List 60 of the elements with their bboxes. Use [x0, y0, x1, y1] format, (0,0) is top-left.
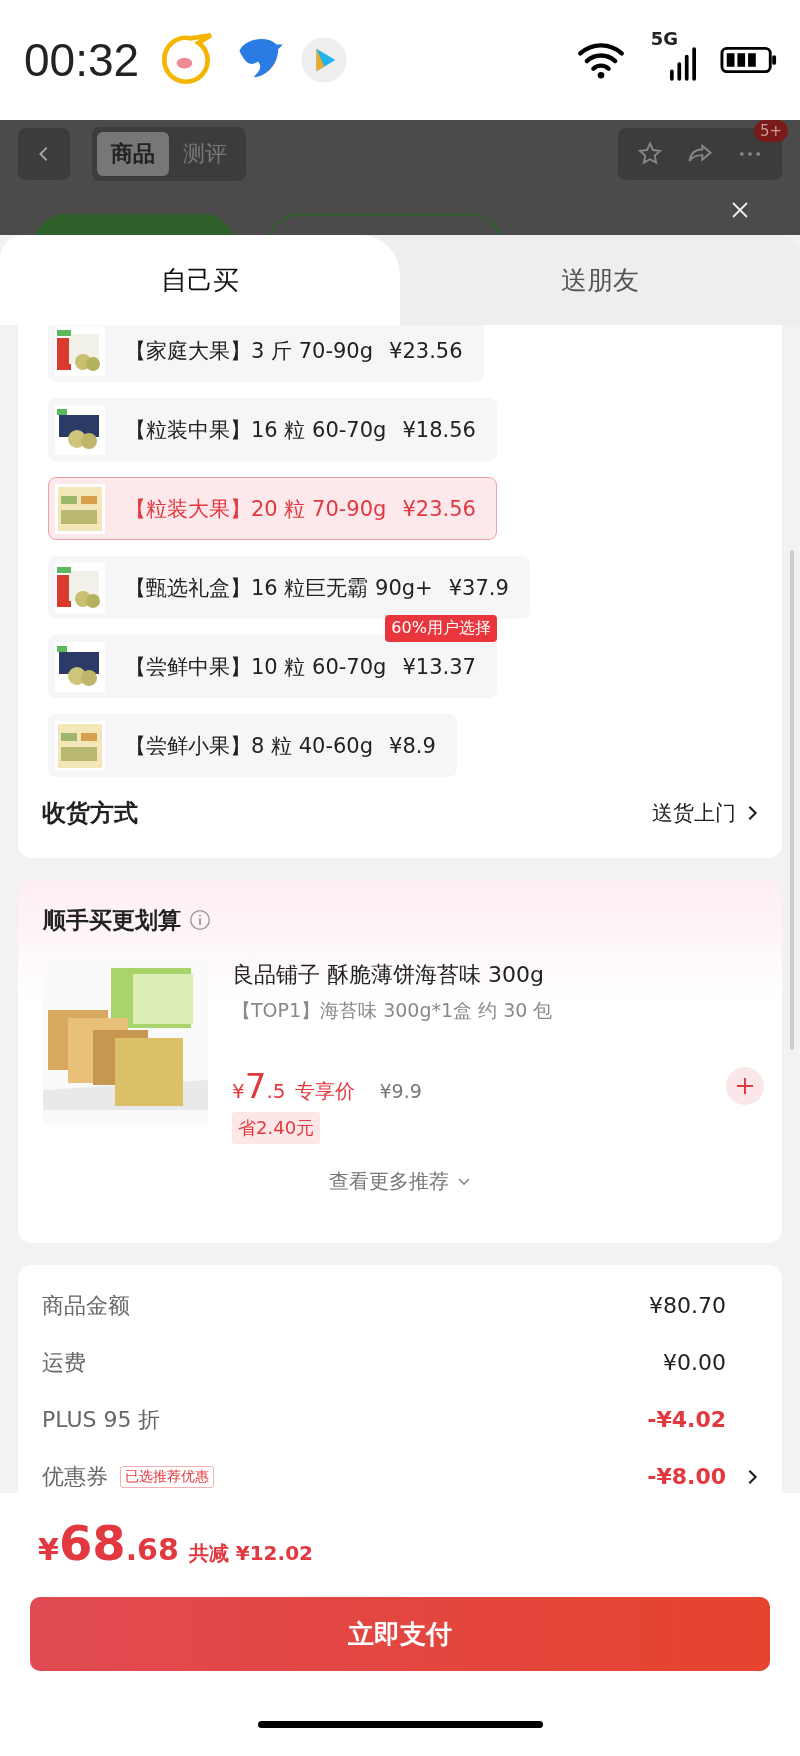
- total-integer: 68: [58, 1515, 126, 1571]
- clock-time: 00:32: [24, 33, 140, 87]
- product-name: 良品铺子 酥脆薄饼海苔味 300g: [232, 961, 544, 989]
- variant-option[interactable]: 【尝鲜中果】10 粒 60-70g ¥13.37: [48, 635, 497, 698]
- battery-icon: [720, 46, 778, 74]
- variant-price: ¥13.37: [402, 654, 476, 679]
- summary-value: ¥0.00: [663, 1350, 726, 1375]
- chevron-right-icon[interactable]: [746, 1467, 758, 1486]
- purchase-tab[interactable]: 自己买: [0, 235, 400, 325]
- variant-price: ¥8.9: [389, 733, 436, 758]
- variant-name: 【尝鲜中果】10 粒 60-70g: [125, 653, 387, 681]
- variant-option[interactable]: 【尝鲜小果】8 粒 40-60g ¥8.9: [48, 714, 457, 777]
- variant-option[interactable]: 【粒装中果】16 粒 60-70g ¥18.56: [48, 398, 497, 461]
- close-icon[interactable]: [730, 200, 750, 220]
- add-button[interactable]: [726, 1067, 764, 1105]
- info-icon[interactable]: [189, 909, 211, 931]
- price-label: 专享价: [295, 1078, 356, 1105]
- coupon-tag: 已选推荐优惠: [120, 1465, 214, 1488]
- summary-value: -¥8.00: [647, 1464, 726, 1489]
- original-price: ¥9.9: [379, 1080, 422, 1102]
- price-decimal: .5: [266, 1079, 286, 1103]
- variant-option[interactable]: 【粒装大果】20 粒 70-90g ¥23.56: [48, 477, 497, 540]
- variant-name: 【甄选礼盒】16 粒巨无霸 90g+: [125, 574, 433, 602]
- variant-price: ¥23.56: [389, 338, 463, 363]
- wifi-icon: [576, 41, 625, 79]
- variant-price: ¥23.56: [402, 496, 476, 521]
- variant-option[interactable]: 【家庭大果】3 斤 70-90g ¥23.56: [48, 325, 484, 382]
- summary-label: 商品金额: [42, 1291, 130, 1320]
- summary-value: ¥80.70: [649, 1293, 726, 1318]
- signal-icon: [670, 44, 696, 84]
- section-title: 顺手买更划算: [43, 905, 181, 935]
- variant-name: 【粒装大果】20 粒 70-90g: [125, 495, 387, 523]
- popularity-badge: 60%用户选择: [385, 615, 497, 642]
- page-tab[interactable]: 商品: [97, 132, 169, 176]
- notification-badge: 5+: [753, 120, 788, 142]
- summary-label: 优惠券: [42, 1462, 108, 1491]
- pay-button[interactable]: 立即支付: [30, 1597, 770, 1671]
- variant-name: 【尝鲜小果】8 粒 40-60g: [125, 732, 374, 760]
- variant-name: 【家庭大果】3 斤 70-90g: [125, 337, 374, 365]
- variant-price: ¥18.56: [402, 417, 476, 442]
- currency-symbol: ¥: [38, 1532, 59, 1567]
- total-savings: 共减 ¥12.02: [188, 1540, 313, 1567]
- delivery-label: 收货方式: [42, 798, 138, 829]
- summary-label: 运费: [42, 1348, 86, 1377]
- network-label: 5G: [650, 28, 678, 49]
- saving-badge: 省2.40元: [232, 1112, 321, 1144]
- currency-symbol: ¥: [232, 1079, 245, 1103]
- variant-price: ¥37.9: [448, 575, 509, 600]
- product-spec: 【TOP1】海苔味 300g*1盒 约 30 包: [232, 998, 553, 1023]
- summary-value: -¥4.02: [647, 1407, 726, 1432]
- plus-icon: [735, 1076, 755, 1096]
- total-decimal: .68: [125, 1532, 179, 1567]
- variant-name: 【粒装中果】16 粒 60-70g: [125, 416, 387, 444]
- more-recommendations-link[interactable]: 查看更多推荐: [329, 1168, 449, 1195]
- chevron-right-icon: [746, 804, 758, 822]
- price-integer: 7: [244, 1066, 267, 1106]
- variant-option[interactable]: 【甄选礼盒】16 粒巨无霸 90g+ ¥37.9: [48, 556, 530, 619]
- summary-label: PLUS 95 折: [42, 1405, 161, 1434]
- chevron-down-icon: [457, 1176, 471, 1187]
- delivery-value[interactable]: 送货上门: [652, 799, 736, 827]
